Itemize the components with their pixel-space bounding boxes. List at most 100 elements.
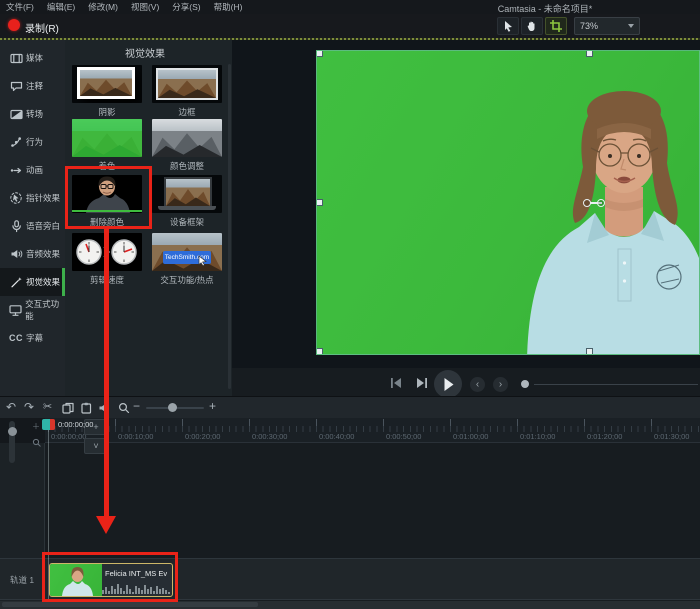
ruler-label: 0:00:10;00 [118,432,154,441]
sidebar-item-label: 转场 [26,109,44,119]
anchor-handle[interactable] [597,199,605,207]
effect-colorize[interactable]: 着色 [72,119,142,172]
timeline-zoom-in-button[interactable]: + [209,400,216,412]
selection-tool-button[interactable] [497,17,519,35]
audio-split-icon[interactable] [98,402,110,416]
effect-label: 颜色调整 [169,161,204,171]
chevron-down-icon [628,24,634,28]
timeline-clip-felicia[interactable]: Felicia INT_MS Ev [49,563,173,597]
collapse-tracks-button[interactable]: ˅ [84,438,108,454]
sidebar-item-cursor-effects[interactable]: 指针效果 [0,184,65,212]
ruler-label: 0:00:40;00 [319,432,355,441]
playhead-green-handle[interactable] [42,419,50,430]
sidebar-item-label: 字幕 [26,333,44,343]
sidebar-item-voice-narration[interactable]: 语音旁白 [0,212,65,240]
effect-label: 阴影 [98,107,116,117]
track-height-slider-thumb[interactable] [7,427,17,436]
transition-icon [9,108,23,121]
menu-share[interactable]: 分享(S) [172,1,200,13]
resize-handle-middle-left[interactable] [317,199,323,206]
effect-label: 交互功能/热点 [160,275,214,285]
effect-clip-speed[interactable]: 剪辑速度 [72,233,142,286]
track-options-icon[interactable]: ＋ [32,421,40,432]
green-screen-video[interactable] [316,50,700,355]
effect-color-adjustment[interactable]: 颜色调整 [152,119,222,172]
sidebar-item-audio-effects[interactable]: 音频效果 [0,240,65,268]
effect-thumbnail [72,119,142,157]
effect-label: 删除颜色 [89,217,124,227]
resize-handle-top-middle[interactable] [586,51,593,57]
previous-clip-button[interactable]: ‹ [470,377,485,392]
record-button[interactable]: 录制(R) [25,20,59,35]
effect-thumbnail [72,175,142,213]
sidebar-item-label: 交互式功能 [25,299,60,321]
timeline-scrollbar-thumb[interactable] [2,602,258,607]
clip-thumbnail-woman [62,567,93,596]
animation-arrow-icon [9,164,23,177]
tools-sidebar: 媒体 注释 转场 行为 动画 指针效果 语音旁白 音频效果 视觉效果 交互式功能… [0,40,65,396]
canvas-zoom-value: 73% [580,21,599,31]
ruler-label: 0:01:10;00 [520,432,556,441]
undo-icon[interactable]: ↶ [6,401,16,413]
next-clip-button[interactable]: › [493,377,508,392]
timeline-toolbar: ↶ ↷ ✂ − + [0,396,700,418]
split-scissors-icon[interactable]: ✂ [43,401,52,413]
sidebar-item-captions[interactable]: CC 字幕 [0,324,65,352]
menu-edit[interactable]: 编辑(E) [47,1,75,13]
cc-icon: CC [9,333,23,343]
ruler-label: 0:01:30;00 [654,432,690,441]
sidebar-item-transitions[interactable]: 转场 [0,100,65,128]
pan-tool-button[interactable] [521,17,543,35]
sidebar-item-visual-effects[interactable]: 视觉效果 [0,268,65,296]
ruler-label: 0:00:50;00 [386,432,422,441]
resize-handle-bottom-left[interactable] [317,348,323,354]
playhead-line[interactable] [48,429,49,601]
next-frame-button[interactable] [414,376,430,390]
menu-help[interactable]: 帮助(H) [214,1,243,13]
sidebar-item-label: 语音旁白 [26,221,61,231]
menu-view[interactable]: 视图(V) [131,1,159,13]
cursor-arrow-icon [198,255,207,267]
sidebar-item-annotations[interactable]: 注释 [0,72,65,100]
sidebar-item-interactivity[interactable]: 交互式功能 [0,296,65,324]
effect-thumbnail [152,65,222,103]
sidebar-item-behaviors[interactable]: 行为 [0,128,65,156]
resize-handle-bottom-middle[interactable] [586,348,593,354]
resize-handle-top-left[interactable] [317,51,323,57]
effect-remove-color[interactable]: 删除颜色 [72,175,142,228]
duration-slider-thumb[interactable] [521,380,529,388]
duration-slider-track[interactable] [534,383,698,385]
film-icon [9,52,23,65]
effect-device-frame[interactable]: 设备框架 [152,175,222,228]
effect-label: 着色 [98,161,116,171]
paste-icon[interactable] [80,402,92,416]
sidebar-item-label: 指针效果 [26,193,61,203]
effect-drop-shadow[interactable]: 阴影 [72,65,142,118]
timeline-zoom-slider-thumb[interactable] [168,403,177,412]
playhead-red-handle[interactable] [50,419,55,430]
timeline-zoom-out-button[interactable]: − [133,400,140,412]
effect-border[interactable]: 边框 [152,65,222,118]
sidebar-item-animations[interactable]: 动画 [0,156,65,184]
sidebar-item-label: 音频效果 [26,249,61,259]
canvas-zoom-dropdown[interactable]: 73% [574,17,640,35]
previous-frame-button[interactable] [388,376,404,390]
sidebar-item-media[interactable]: 媒体 [0,44,65,72]
canvas [232,40,700,396]
play-button[interactable] [434,370,462,398]
effect-interactive-hotspot[interactable]: TechSmith.com 交互功能/热点 [152,233,222,286]
track-height-slider[interactable] [7,421,17,463]
crop-tool-button[interactable] [545,17,567,35]
copy-icon[interactable] [62,402,74,416]
panel-scrollbar[interactable] [228,64,231,389]
clip-thumbnail [50,564,102,596]
menu-modify[interactable]: 修改(M) [88,1,118,13]
cursor-arrow-icon [504,21,512,32]
redo-icon[interactable]: ↷ [24,401,34,413]
menu-file[interactable]: 文件(F) [6,1,34,13]
zoom-to-fit-icon[interactable] [32,434,41,452]
magic-wand-icon [9,276,23,289]
sidebar-item-label: 媒体 [26,53,44,63]
interactivity-icon [9,304,22,317]
rotation-handle[interactable] [583,199,591,207]
